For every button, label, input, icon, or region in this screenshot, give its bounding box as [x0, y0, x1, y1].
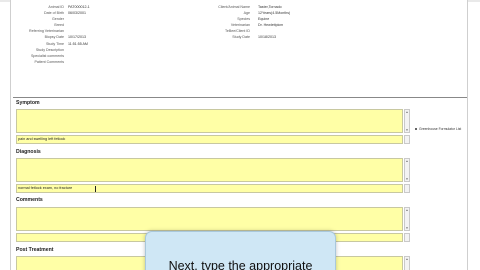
patient-info-right-values: Taster,Tornado 12Years(4.5Months) Equine…: [258, 4, 328, 41]
symptom-textarea[interactable]: [16, 109, 403, 133]
section-divider: [13, 97, 467, 98]
diagnosis-title: Diagnosis: [16, 149, 41, 155]
formulator-list-label: Greenhouse Formulator List: [419, 127, 462, 131]
patient-info: Animal ID Date of Birth Gender Breed Ref…: [11, 4, 469, 96]
comments-textarea[interactable]: [16, 207, 403, 231]
scroll-up-icon[interactable]: ▲: [405, 257, 409, 261]
formulator-list-link[interactable]: Greenhouse Formulator List: [415, 127, 461, 131]
scroll-down-icon[interactable]: ▼: [405, 226, 409, 230]
info-value: [68, 59, 128, 65]
symptom-input-scrollbar[interactable]: [404, 135, 410, 144]
info-label: Study Date: [232, 35, 250, 40]
diagnosis-textarea[interactable]: [16, 158, 403, 182]
post-treatment-scrollbar[interactable]: ▲: [404, 256, 410, 270]
post-treatment-title: Post Treatment: [16, 247, 54, 253]
comments-scrollbar[interactable]: ▲ ▼: [404, 207, 410, 231]
symptom-input[interactable]: pain and swelling left fetlock: [16, 135, 403, 144]
tutorial-tooltip: Next, type the appropriate: [145, 231, 336, 270]
comments-title: Comments: [16, 197, 43, 203]
scroll-up-icon[interactable]: ▲: [405, 208, 409, 212]
scroll-down-icon[interactable]: ▼: [405, 128, 409, 132]
symptom-title: Symptom: [16, 100, 40, 106]
patient-info-left-values: PAT000012-1 06/03/2001 10/17/2013 11:51:…: [68, 4, 128, 65]
info-label: Patient Comments: [34, 59, 64, 64]
scroll-up-icon[interactable]: ▲: [405, 110, 409, 114]
diagnosis-input-scrollbar[interactable]: [404, 184, 410, 193]
info-value: 10/18/2013: [258, 35, 276, 40]
symptom-scrollbar[interactable]: ▲ ▼: [404, 109, 410, 133]
bullet-icon: [415, 128, 417, 131]
report-page: Animal ID Date of Birth Gender Breed Ref…: [10, 0, 468, 270]
comments-input-scrollbar[interactable]: [404, 233, 410, 242]
patient-info-right-labels: Client/Animal Name Age Species Veterinar…: [161, 4, 250, 41]
text-cursor: [95, 186, 96, 192]
patient-info-left-labels: Animal ID Date of Birth Gender Breed Ref…: [11, 4, 64, 65]
scroll-up-icon[interactable]: ▲: [405, 159, 409, 163]
diagnosis-input[interactable]: normal fetlock exam, no fracture: [16, 184, 403, 193]
scroll-down-icon[interactable]: ▼: [405, 177, 409, 181]
diagnosis-scrollbar[interactable]: ▲ ▼: [404, 158, 410, 182]
